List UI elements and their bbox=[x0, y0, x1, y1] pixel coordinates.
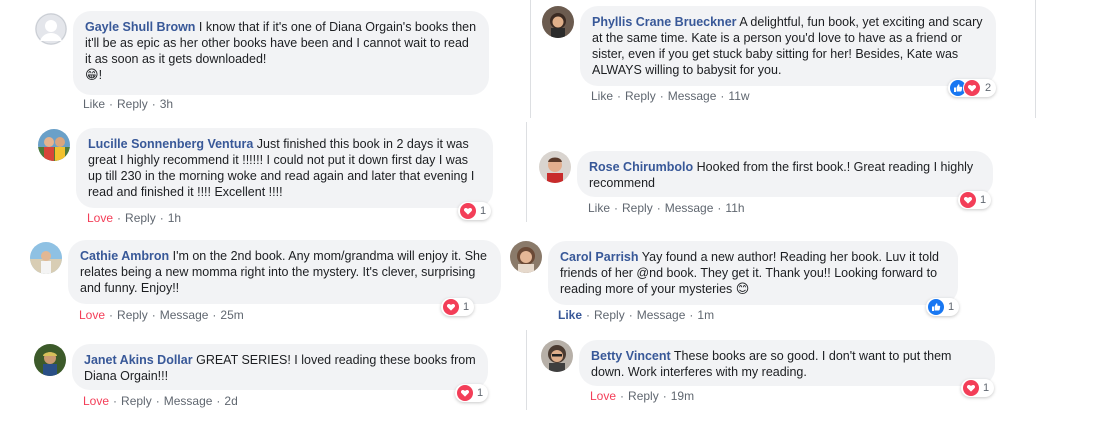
reaction-summary[interactable]: 1 bbox=[961, 379, 995, 397]
reaction-summary[interactable]: 1 bbox=[926, 298, 960, 316]
comment-timestamp[interactable]: 1m bbox=[697, 308, 714, 322]
like-icon bbox=[928, 299, 944, 315]
smiling-emoji-icon: 😊 bbox=[735, 282, 750, 297]
avatar-default[interactable] bbox=[35, 13, 67, 45]
message-button[interactable]: Message bbox=[160, 308, 209, 322]
heart-icon bbox=[963, 380, 979, 396]
love-button[interactable]: Love bbox=[87, 211, 113, 225]
comment-bubble: Carol Parrish Yay found a new author! Re… bbox=[548, 241, 958, 305]
comment-bubble: Gayle Shull Brown I know that if it's on… bbox=[73, 11, 489, 95]
message-button[interactable]: Message bbox=[637, 308, 686, 322]
comment-bubble: Janet Akins Dollar GREAT SERIES! I loved… bbox=[72, 344, 488, 390]
reply-button[interactable]: Reply bbox=[125, 211, 156, 225]
column-divider-right-edge bbox=[1035, 0, 1036, 118]
comment-author[interactable]: Betty Vincent bbox=[591, 349, 671, 363]
reply-button[interactable]: Reply bbox=[121, 394, 152, 408]
comment-actions: Like · Reply · 3h bbox=[83, 97, 174, 111]
like-button[interactable]: Like bbox=[83, 97, 105, 111]
heart-icon bbox=[460, 203, 476, 219]
reaction-count: 2 bbox=[985, 82, 992, 94]
love-button[interactable]: Love bbox=[79, 308, 105, 322]
like-button[interactable]: Like bbox=[588, 201, 610, 215]
comment-timestamp[interactable]: 11w bbox=[728, 89, 749, 103]
reaction-count: 1 bbox=[948, 301, 955, 313]
heart-icon bbox=[443, 299, 459, 315]
reply-button[interactable]: Reply bbox=[628, 389, 659, 403]
reaction-summary[interactable]: 1 bbox=[441, 298, 475, 316]
avatar-photo[interactable] bbox=[34, 344, 66, 376]
comment-actions: Like · Reply · Message · 11h bbox=[588, 201, 745, 215]
comment-actions: Like · Reply · Message · 11w bbox=[591, 89, 750, 103]
reply-button[interactable]: Reply bbox=[117, 308, 148, 322]
reply-button[interactable]: Reply bbox=[594, 308, 625, 322]
reaction-summary[interactable]: 1 bbox=[958, 191, 992, 209]
reply-button[interactable]: Reply bbox=[622, 201, 653, 215]
avatar-photo[interactable] bbox=[539, 151, 571, 183]
message-button[interactable]: Message bbox=[164, 394, 213, 408]
avatar-photo[interactable] bbox=[542, 6, 574, 38]
reply-button[interactable]: Reply bbox=[117, 97, 148, 111]
comment-author[interactable]: Cathie Ambron bbox=[80, 249, 169, 263]
reaction-count: 1 bbox=[983, 382, 990, 394]
heart-icon bbox=[457, 385, 473, 401]
avatar-photo[interactable] bbox=[541, 340, 573, 372]
comment-timestamp[interactable]: 3h bbox=[160, 97, 173, 111]
comment-actions: Love · Reply · Message · 25m bbox=[79, 308, 244, 322]
comment-timestamp[interactable]: 25m bbox=[220, 308, 243, 322]
comment-actions: Love · Reply · 19m bbox=[590, 389, 695, 403]
comment-author[interactable]: Phyllis Crane Brueckner bbox=[592, 15, 737, 29]
reaction-count: 1 bbox=[477, 387, 484, 399]
like-button[interactable]: Like bbox=[558, 308, 582, 322]
column-divider-bottom bbox=[526, 330, 527, 410]
grinning-emoji-icon: 😁 bbox=[85, 68, 99, 83]
comment-timestamp[interactable]: 11h bbox=[725, 201, 744, 215]
heart-icon bbox=[963, 79, 981, 97]
comment-bubble: Betty Vincent These books are so good. I… bbox=[579, 340, 995, 386]
love-button[interactable]: Love bbox=[83, 394, 109, 408]
avatar-photo[interactable] bbox=[510, 241, 542, 273]
comment-text-line2: ! bbox=[98, 68, 103, 82]
like-button[interactable]: Like bbox=[591, 89, 613, 103]
comment-actions: Like · Reply · Message · 1m bbox=[558, 308, 715, 322]
heart-icon bbox=[960, 192, 976, 208]
avatar-photo[interactable] bbox=[30, 242, 62, 274]
comment-timestamp[interactable]: 1h bbox=[168, 211, 181, 225]
comment-author[interactable]: Lucille Sonnenberg Ventura bbox=[88, 137, 253, 151]
comment-bubble: Rose Chirumbolo Hooked from the first bo… bbox=[577, 151, 993, 197]
column-divider-mid bbox=[526, 122, 527, 222]
message-button[interactable]: Message bbox=[665, 201, 714, 215]
comment-timestamp[interactable]: 19m bbox=[671, 389, 694, 403]
reaction-summary[interactable]: 2 bbox=[948, 79, 997, 97]
reaction-summary[interactable]: 1 bbox=[455, 384, 489, 402]
comment-author[interactable]: Carol Parrish bbox=[560, 250, 639, 264]
comment-bubble: Lucille Sonnenberg Ventura Just finished… bbox=[76, 128, 493, 208]
love-button[interactable]: Love bbox=[590, 389, 616, 403]
comment-actions: Love · Reply · 1h bbox=[87, 211, 182, 225]
avatar-photo[interactable] bbox=[38, 129, 70, 161]
comment-author[interactable]: Janet Akins Dollar bbox=[84, 353, 193, 367]
comment-actions: Love · Reply · Message · 2d bbox=[83, 394, 238, 408]
reaction-summary[interactable]: 1 bbox=[458, 202, 492, 220]
reaction-count: 1 bbox=[480, 205, 487, 217]
comment-timestamp[interactable]: 2d bbox=[224, 394, 237, 408]
reaction-count: 1 bbox=[463, 301, 470, 313]
message-button[interactable]: Message bbox=[668, 89, 717, 103]
comment-author[interactable]: Rose Chirumbolo bbox=[589, 160, 693, 174]
comment-bubble: Cathie Ambron I'm on the 2nd book. Any m… bbox=[68, 240, 501, 304]
comment-author[interactable]: Gayle Shull Brown bbox=[85, 20, 195, 34]
comment-bubble: Phyllis Crane Brueckner A delightful, fu… bbox=[580, 6, 996, 86]
reaction-count: 1 bbox=[980, 194, 987, 206]
column-divider-top bbox=[530, 0, 531, 118]
reply-button[interactable]: Reply bbox=[625, 89, 656, 103]
